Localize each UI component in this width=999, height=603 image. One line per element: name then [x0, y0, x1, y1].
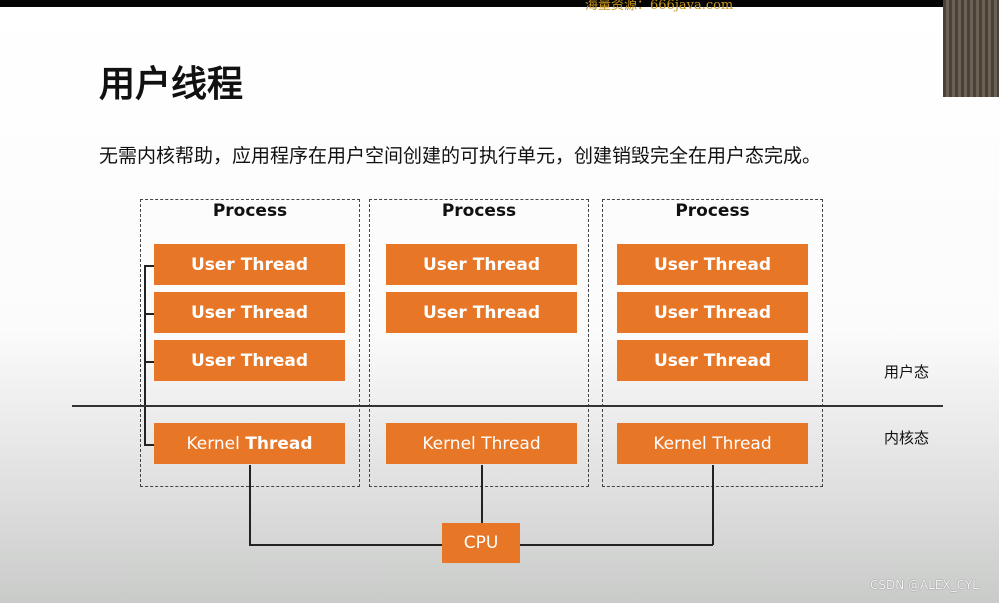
cpu-link-line [520, 544, 713, 546]
connector [144, 444, 154, 446]
mode-divider [72, 405, 943, 407]
user-thread: User Thread [386, 244, 577, 285]
user-thread: User Thread [617, 340, 808, 381]
kernel-thread: Kernel Thread [617, 423, 808, 464]
webcam-overlay [943, 0, 999, 97]
arrow-to-user-thread [144, 265, 154, 267]
cpu-link-line [249, 544, 442, 546]
user-thread: User Thread [617, 292, 808, 333]
kernel-thread-word: Kernel [653, 433, 707, 454]
mapping-line [144, 265, 146, 445]
kernel-thread-word: Kernel [186, 433, 240, 454]
cpu-box: CPU [442, 523, 520, 563]
slide-subtitle: 无需内核帮助，应用程序在用户空间创建的可执行单元，创建销毁完全在用户态完成。 [99, 145, 822, 167]
credit-watermark: CSDN @ALEX_CYL [870, 578, 979, 592]
cpu-link-line [481, 465, 483, 523]
user-mode-label: 用户态 [884, 363, 930, 381]
kernel-mode-label: 内核态 [884, 429, 930, 447]
cpu-link-line [249, 465, 251, 545]
user-thread: User Thread [154, 340, 345, 381]
process-label: Process [441, 201, 517, 221]
arrow-to-user-thread [144, 313, 154, 315]
process-label: Process [212, 201, 288, 221]
kernel-thread: Kernel Thread [154, 423, 345, 464]
user-thread: User Thread [154, 292, 345, 333]
user-thread: User Thread [154, 244, 345, 285]
top-bar [0, 0, 999, 7]
slide-title: 用户线程 [99, 64, 244, 105]
watermark: 海量资源：666java.com [585, 0, 734, 13]
kernel-thread-word: Thread [481, 433, 541, 454]
cpu-link-line [712, 465, 714, 545]
user-thread: User Thread [617, 244, 808, 285]
arrow-to-user-thread [144, 361, 154, 363]
user-thread: User Thread [386, 292, 577, 333]
kernel-thread: Kernel Thread [386, 423, 577, 464]
kernel-thread-word: Kernel [422, 433, 476, 454]
kernel-thread-word: Thread [245, 433, 313, 454]
process-label: Process [675, 201, 750, 221]
kernel-thread-word: Thread [712, 433, 772, 454]
